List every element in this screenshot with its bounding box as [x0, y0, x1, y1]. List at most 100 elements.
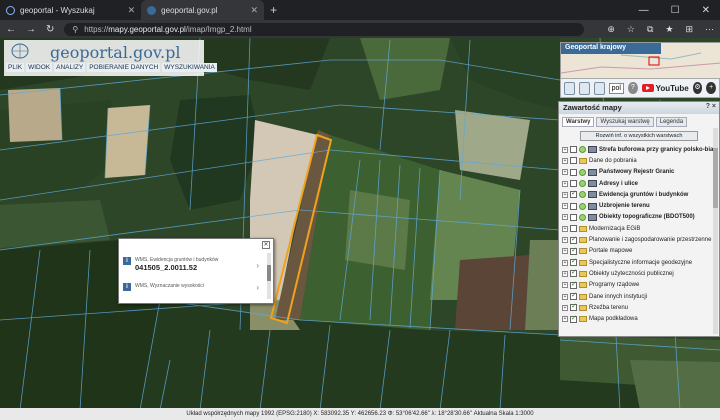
browser-tab-search[interactable]: geoportal - Wyszukaj ✕: [0, 0, 141, 20]
layer-item[interactable]: + Programy rządowe: [562, 280, 716, 291]
save-icon[interactable]: [578, 81, 590, 95]
expand-icon[interactable]: +: [562, 146, 568, 153]
layer-item[interactable]: + Dane do pobrania: [562, 155, 716, 166]
menu-widok[interactable]: WIDOK: [26, 63, 53, 72]
expand-icon[interactable]: +: [562, 282, 568, 289]
zoom-icon[interactable]: ⊕: [607, 24, 615, 35]
menu-wyszukiwania[interactable]: WYSZUKIWANIA: [162, 63, 217, 72]
expand-icon[interactable]: +: [562, 293, 568, 300]
favorites-icon[interactable]: ★: [665, 24, 673, 35]
layer-checkbox[interactable]: [570, 235, 577, 244]
layer-checkbox[interactable]: [570, 257, 577, 267]
favorite-icon[interactable]: ☆: [627, 24, 635, 35]
layer-item[interactable]: + Dane innych instytucji: [562, 291, 716, 302]
layer-item[interactable]: + Państwowy Rejestr Granic: [562, 167, 716, 178]
expand-all-layers-button[interactable]: Rozwiń inf. o wszystkich warstwach: [580, 131, 698, 141]
expand-icon[interactable]: +: [562, 225, 568, 232]
expand-icon[interactable]: +: [562, 214, 568, 221]
layer-item[interactable]: + Adresy i ulice: [562, 178, 716, 189]
site-info-icon[interactable]: ⚲: [72, 25, 78, 34]
close-tab-icon[interactable]: ✕: [251, 5, 259, 16]
layer-checkbox[interactable]: [570, 225, 577, 233]
layer-checkbox[interactable]: [570, 157, 577, 165]
tab-wyszukaj-warstwe[interactable]: Wyszukaj warstwę: [596, 117, 654, 127]
layer-item[interactable]: + Modernizacja EGiB: [562, 223, 716, 234]
tab-legenda[interactable]: Legenda: [655, 117, 688, 127]
tab-warstwy[interactable]: Warstwy: [562, 117, 595, 127]
layer-checkbox[interactable]: [570, 291, 577, 300]
measure-icon[interactable]: [593, 81, 605, 95]
layer-item[interactable]: + Rzeźba terenu: [562, 302, 716, 313]
expand-icon[interactable]: +: [562, 157, 568, 164]
layer-item[interactable]: + Portale mapowe: [562, 246, 716, 257]
popup-row-height[interactable]: i WMS, Wyznaczanie wysokości: [123, 283, 204, 291]
layer-item[interactable]: + Uzbrojenie terenu: [562, 200, 716, 211]
expand-icon[interactable]: +: [562, 316, 568, 323]
layer-checkbox[interactable]: [570, 314, 577, 323]
settings-icon[interactable]: ⚙: [692, 82, 703, 94]
expand-icon[interactable]: +: [562, 259, 568, 266]
overview-map[interactable]: Geoportal krajowy: [560, 42, 720, 79]
chevron-right-icon[interactable]: ›: [256, 283, 259, 292]
layer-item[interactable]: + Planowanie i zagospodarowanie przestrze…: [562, 234, 716, 245]
wms-layer-icon: [588, 146, 597, 154]
youtube-link[interactable]: YouTube: [641, 84, 689, 93]
expand-icon[interactable]: +: [562, 237, 568, 244]
reload-icon[interactable]: ↻: [46, 24, 54, 35]
popup-scrollbar[interactable]: [267, 253, 271, 299]
menu-plik[interactable]: PLIK: [6, 63, 25, 72]
add-icon[interactable]: +: [706, 82, 717, 94]
wms-layer-icon: [588, 168, 597, 176]
layer-item[interactable]: + Obiekty topograficzne (BDOT500): [562, 212, 716, 223]
layer-item[interactable]: + Specjalistyczne informacje geodezyjne: [562, 257, 716, 268]
minimize-icon[interactable]: —: [639, 5, 649, 16]
layer-checkbox[interactable]: [570, 189, 577, 199]
address-bar: ← → ↻ ⚲ https://mapy.geoportal.gov.pl/im…: [0, 20, 720, 38]
maximize-icon[interactable]: ☐: [671, 5, 680, 16]
back-icon[interactable]: ←: [6, 24, 16, 35]
collections-icon[interactable]: ⊞: [685, 24, 693, 35]
layer-checkbox[interactable]: [570, 213, 577, 221]
layer-checkbox[interactable]: [570, 268, 577, 278]
layer-checkbox[interactable]: [570, 180, 577, 188]
layer-checkbox[interactable]: [570, 202, 577, 210]
expand-icon[interactable]: +: [562, 191, 568, 198]
expand-icon[interactable]: +: [562, 304, 568, 311]
browser-tab-geoportal[interactable]: geoportal.gov.pl ✕: [141, 0, 265, 20]
expand-icon[interactable]: +: [562, 248, 568, 255]
popup-scrollbar-thumb[interactable]: [267, 265, 271, 281]
chevron-right-icon[interactable]: ›: [256, 261, 259, 270]
more-icon[interactable]: ⋯: [705, 24, 714, 35]
close-tab-icon[interactable]: ✕: [128, 5, 136, 16]
expand-icon[interactable]: +: [562, 180, 568, 187]
new-tab-button[interactable]: +: [264, 3, 283, 17]
layer-checkbox[interactable]: [570, 246, 577, 255]
language-select[interactable]: pol: [608, 82, 624, 94]
menu-analizy[interactable]: ANALIZY: [54, 63, 86, 72]
popup-row-egib[interactable]: i WMS, Ewidencja gruntów i budynków 0415…: [123, 257, 218, 272]
extensions-icon[interactable]: ⧉: [647, 24, 653, 35]
layer-checkbox[interactable]: [570, 280, 577, 289]
print-icon[interactable]: [564, 81, 575, 95]
help-icon[interactable]: ?: [627, 82, 638, 94]
layer-checkbox[interactable]: [570, 168, 577, 176]
layer-item[interactable]: + Obiekty użyteczności publicznej: [562, 268, 716, 279]
menu-pobieranie-danych[interactable]: POBIERANIE DANYCH: [87, 63, 161, 72]
layer-item[interactable]: + Strefa buforowa przy granicy polsko-bia…: [562, 144, 716, 155]
layer-item[interactable]: + Ewidencja gruntów i budynków: [562, 189, 716, 200]
layer-label: Portale mapowe: [589, 248, 633, 255]
expand-icon[interactable]: +: [562, 203, 568, 210]
expand-icon[interactable]: +: [562, 169, 568, 176]
layer-list-scrollbar[interactable]: [713, 128, 718, 334]
url-field[interactable]: ⚲ https://mapy.geoportal.gov.pl/imap/Img…: [64, 22, 585, 36]
forward-icon[interactable]: →: [26, 24, 36, 35]
layer-item[interactable]: + Mapa podkładowa: [562, 313, 716, 324]
scrollbar-thumb[interactable]: [713, 148, 718, 208]
panel-header-icons[interactable]: ? ×: [706, 103, 716, 110]
expand-icon[interactable]: +: [562, 270, 568, 277]
folder-icon: [579, 157, 587, 164]
layer-checkbox[interactable]: [570, 302, 577, 312]
layer-checkbox[interactable]: [570, 146, 577, 154]
close-window-icon[interactable]: ✕: [702, 5, 710, 16]
close-icon[interactable]: ✕: [262, 241, 270, 249]
